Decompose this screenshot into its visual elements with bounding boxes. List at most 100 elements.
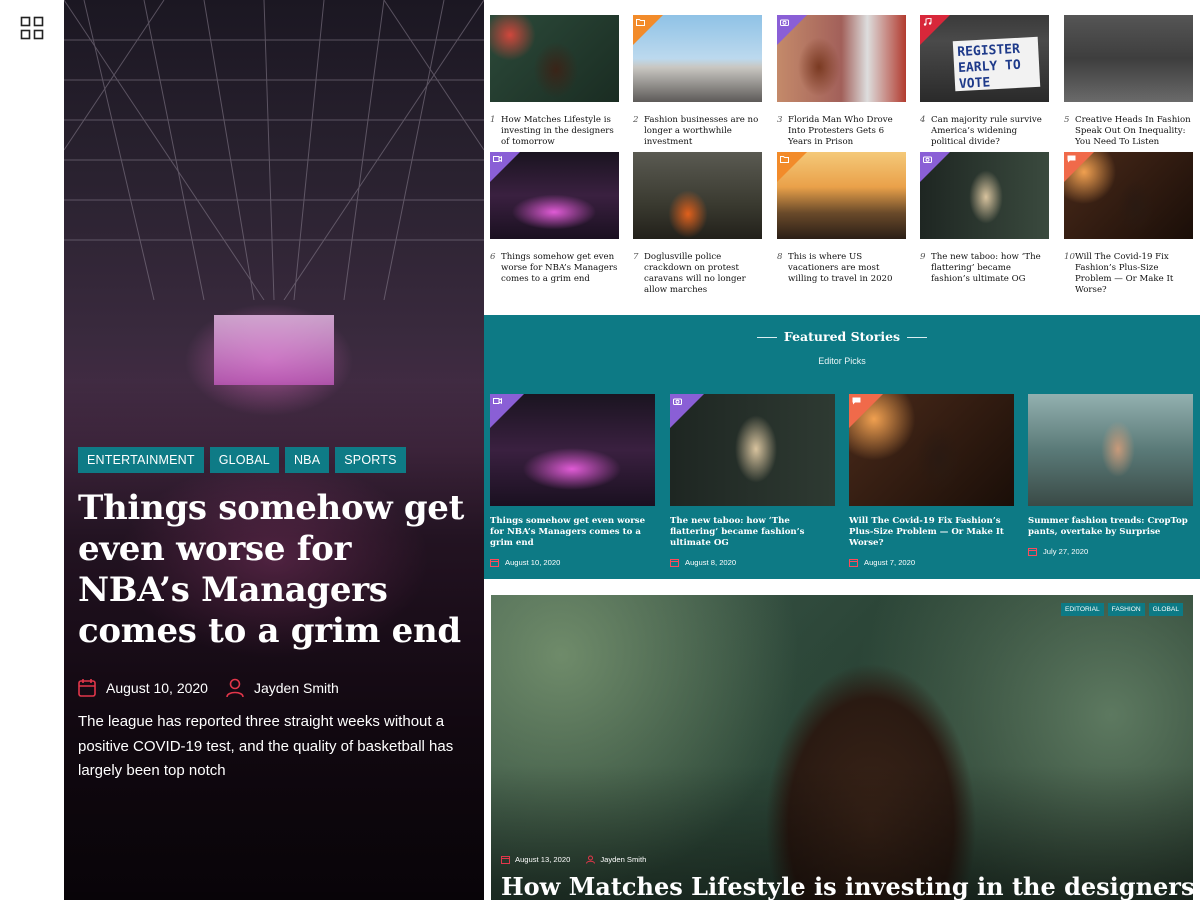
calendar-icon: [490, 559, 499, 567]
post-number: 1: [490, 115, 496, 125]
post-title[interactable]: This is where US vacationers are most wi…: [788, 252, 906, 285]
post-thumbnail[interactable]: [633, 15, 762, 102]
list-item[interactable]: 9 The new taboo: how ‘The flattering’ bec…: [920, 152, 1049, 285]
post-thumbnail[interactable]: [490, 15, 619, 102]
video-icon: [493, 398, 502, 404]
user-icon: [586, 855, 596, 864]
folder-icon: [780, 156, 789, 163]
featured-card-title[interactable]: The new taboo: how ‘The flattering’ beca…: [670, 516, 835, 549]
post-thumbnail[interactable]: [777, 152, 906, 239]
hero-post[interactable]: ENTERTAINMENT GLOBAL NBA SPORTS Things s…: [64, 0, 484, 900]
featured-title: Featured Stories: [783, 329, 901, 344]
date-text: August 8, 2020: [685, 558, 737, 567]
calendar-icon: [670, 559, 679, 567]
featured-subtitle: Editor Picks: [818, 356, 866, 366]
post-number: 10: [1064, 252, 1075, 262]
tag-global[interactable]: GLOBAL: [1148, 603, 1183, 616]
tag-fashion[interactable]: FASHION: [1107, 603, 1145, 616]
comment-icon: [1067, 155, 1076, 163]
camera-icon: [780, 19, 789, 26]
big-post-date: August 13, 2020: [515, 855, 571, 864]
post-title[interactable]: Doglusville police crackdown on protest …: [644, 252, 762, 296]
hero-author[interactable]: Jayden Smith: [254, 680, 339, 696]
post-thumbnail[interactable]: [920, 152, 1049, 239]
post-thumbnail[interactable]: [633, 152, 762, 239]
calendar-icon: [501, 856, 510, 864]
arena-truss-image: [64, 0, 484, 300]
post-thumbnail[interactable]: [490, 152, 619, 239]
list-item[interactable]: 7 Doglusville police crackdown on protest…: [633, 152, 762, 296]
post-thumbnail[interactable]: REGISTER EARLY TO VOTE: [920, 15, 1049, 102]
featured-card[interactable]: Things somehow get even worse for NBA’s …: [490, 394, 655, 567]
calendar-icon: [1028, 548, 1037, 556]
comment-icon: [852, 397, 861, 405]
post-thumbnail[interactable]: [777, 15, 906, 102]
post-number: 7: [633, 252, 639, 262]
big-post-author[interactable]: Jayden Smith: [600, 855, 646, 864]
hero-title[interactable]: Things somehow get even worse for NBA’s …: [78, 488, 468, 652]
post-title[interactable]: Florida Man Who Drove Into Protesters Ge…: [788, 115, 906, 148]
list-item[interactable]: 5 Creative Heads In Fashion Speak Out On …: [1064, 15, 1193, 148]
featured-card-title[interactable]: Will The Covid-19 Fix Fashion’s Plus-Siz…: [849, 516, 1014, 549]
list-item[interactable]: 1 How Matches Lifestyle is investing in t…: [490, 15, 619, 148]
featured-card-date: August 10, 2020: [490, 558, 655, 567]
post-thumbnail[interactable]: [670, 394, 835, 506]
post-thumbnail[interactable]: [849, 394, 1014, 506]
date-text: August 7, 2020: [864, 558, 916, 567]
list-item[interactable]: 2 Fashion businesses are no longer a wort…: [633, 15, 762, 148]
user-icon: [226, 678, 244, 698]
featured-card-title[interactable]: Summer fashion trends: CropTop pants, ov…: [1028, 516, 1193, 538]
camera-icon: [923, 156, 932, 163]
post-title[interactable]: The new taboo: how ‘The flattering’ beca…: [931, 252, 1049, 285]
list-item[interactable]: 8 This is where US vacationers are most w…: [777, 152, 906, 285]
section-heading: Featured Stories: [484, 329, 1200, 344]
hero-excerpt: The league has reported three straight w…: [78, 713, 454, 779]
list-item[interactable]: REGISTER EARLY TO VOTE 4 Can majority rul…: [920, 15, 1049, 148]
post-thumbnail[interactable]: [1064, 152, 1193, 239]
featured-card-title[interactable]: Things somehow get even worse for NBA’s …: [490, 516, 655, 549]
big-post-meta: August 13, 2020 Jayden Smith: [501, 855, 646, 864]
tag-entertainment[interactable]: ENTERTAINMENT: [78, 447, 204, 473]
post-thumbnail[interactable]: [1028, 394, 1193, 506]
calendar-icon: [78, 679, 96, 697]
post-number: 3: [777, 115, 783, 125]
big-post-title[interactable]: How Matches Lifestyle is investing in th…: [501, 872, 1193, 900]
featured-card[interactable]: The new taboo: how ‘The flattering’ beca…: [670, 394, 835, 567]
post-title[interactable]: Fashion businesses are no longer a worth…: [644, 115, 762, 148]
jumbotron-image: [214, 315, 334, 385]
post-number: 4: [920, 115, 926, 125]
featured-card-date: July 27, 2020: [1028, 547, 1193, 556]
post-title[interactable]: Will The Covid-19 Fix Fashion’s Plus-Siz…: [1075, 252, 1193, 296]
tag-sports[interactable]: SPORTS: [335, 447, 406, 473]
calendar-icon: [849, 559, 858, 567]
list-item[interactable]: 10 Will The Covid-19 Fix Fashion’s Plus-S…: [1064, 152, 1193, 296]
post-thumbnail[interactable]: [1064, 15, 1193, 102]
list-item[interactable]: 3 Florida Man Who Drove Into Protesters G…: [777, 15, 906, 148]
date-text: July 27, 2020: [1043, 547, 1089, 556]
video-icon: [493, 156, 502, 162]
post-title[interactable]: Creative Heads In Fashion Speak Out On I…: [1075, 115, 1193, 148]
post-title[interactable]: Can majority rule survive America’s wide…: [931, 115, 1049, 148]
grid-icon[interactable]: [20, 16, 44, 40]
post-title[interactable]: How Matches Lifestyle is investing in th…: [501, 115, 619, 148]
post-thumbnail[interactable]: [490, 394, 655, 506]
featured-card[interactable]: Summer fashion trends: CropTop pants, ov…: [1028, 394, 1193, 556]
divider: [756, 337, 777, 338]
date-text: August 10, 2020: [505, 558, 561, 567]
featured-stories: Featured Stories Editor Picks Things som…: [484, 315, 1200, 579]
music-icon: [923, 18, 932, 26]
tag-global[interactable]: GLOBAL: [209, 447, 279, 473]
hero-tags: ENTERTAINMENT GLOBAL NBA SPORTS: [78, 447, 406, 473]
big-post[interactable]: EDITORIAL FASHION GLOBAL August 13, 2020…: [491, 595, 1193, 900]
post-title[interactable]: Things somehow get even worse for NBA’s …: [501, 252, 619, 285]
featured-card[interactable]: Will The Covid-19 Fix Fashion’s Plus-Siz…: [849, 394, 1014, 567]
tag-editorial[interactable]: EDITORIAL: [1060, 603, 1104, 616]
featured-card-date: August 8, 2020: [670, 558, 835, 567]
tag-nba[interactable]: NBA: [284, 447, 330, 473]
post-number: 8: [777, 252, 783, 262]
post-number: 2: [633, 115, 639, 125]
big-post-tags: EDITORIAL FASHION GLOBAL: [1060, 603, 1183, 616]
divider: [907, 337, 928, 338]
list-item[interactable]: 6 Things somehow get even worse for NBA’s…: [490, 152, 619, 285]
post-number: 9: [920, 252, 926, 262]
